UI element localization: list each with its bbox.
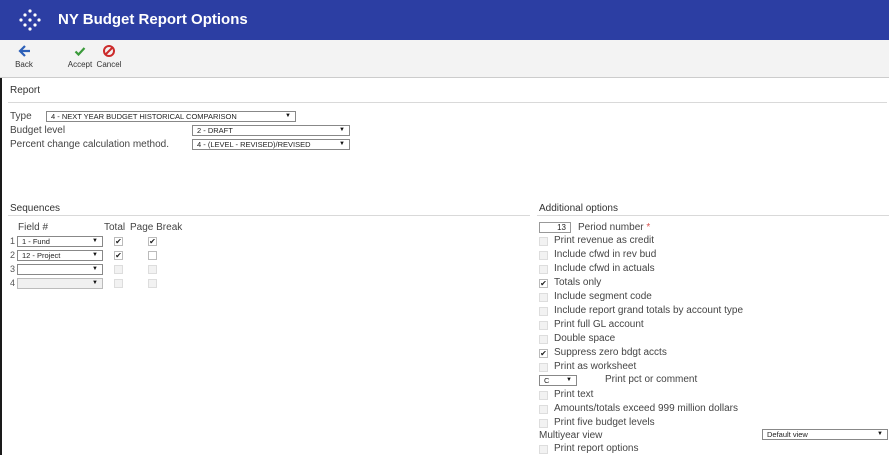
print-text-checkbox[interactable] xyxy=(539,391,548,400)
option-label: Print text xyxy=(554,389,594,400)
sequence-field-select[interactable]: ▼ xyxy=(17,264,103,275)
accept-label: Accept xyxy=(67,60,93,69)
sequences-divider xyxy=(8,215,530,216)
sequence-field-select: ▼ xyxy=(17,278,103,289)
period-number-label: Period number * xyxy=(578,222,650,233)
cancel-label: Cancel xyxy=(96,60,122,69)
option-label: Totals only xyxy=(554,277,602,288)
back-arrow-icon xyxy=(6,44,42,60)
chevron-down-icon: ▼ xyxy=(339,127,345,133)
additional-options-section-label: Additional options xyxy=(539,203,618,214)
sequence-row-number: 3 xyxy=(10,264,16,274)
total-column-header: Total xyxy=(104,222,126,233)
pct-method-label: Percent change calculation method. xyxy=(10,139,169,150)
sequence-row-number: 1 xyxy=(10,236,16,246)
sequences-section-label: Sequences xyxy=(10,203,61,214)
sequence-row-number: 2 xyxy=(10,250,16,260)
option-label: Amounts/totals exceed 999 million dollar… xyxy=(554,403,738,414)
sequence-row-number: 4 xyxy=(10,278,16,288)
cancel-icon xyxy=(91,44,127,60)
option-label: Print full GL account xyxy=(554,319,644,330)
print-report-options-checkbox[interactable] xyxy=(539,445,548,454)
additional-options-divider xyxy=(537,215,889,216)
multiyear-view-value: Default view xyxy=(767,430,808,439)
option-label: Suppress zero bdgt accts xyxy=(554,347,667,358)
page-break-checkbox xyxy=(148,265,157,274)
double-space-checkbox[interactable] xyxy=(539,335,548,344)
chevron-down-icon: ▼ xyxy=(92,238,98,244)
app-logo-icon xyxy=(19,9,41,31)
cancel-button[interactable]: Cancel xyxy=(91,44,127,69)
totals-only-checkbox[interactable]: ✔ xyxy=(539,279,548,288)
chevron-down-icon: ▼ xyxy=(92,252,98,258)
window-title: NY Budget Report Options xyxy=(58,11,248,28)
page-break-checkbox xyxy=(148,279,157,288)
back-label: Back xyxy=(15,60,33,69)
option-label: Print five budget levels xyxy=(554,417,655,428)
chevron-down-icon: ▼ xyxy=(285,113,291,119)
sequence-field-select[interactable]: 12 - Project ▼ xyxy=(17,250,103,261)
suppress-zero-bdgt-accts-checkbox[interactable]: ✔ xyxy=(539,349,548,358)
field-column-header: Field # xyxy=(18,222,49,233)
sequence-field-value: 12 - Project xyxy=(22,251,61,260)
multiyear-view-select[interactable]: Default view ▼ xyxy=(762,429,888,440)
grand-totals-by-account-type-checkbox[interactable] xyxy=(539,307,548,316)
toolbar: Back Accept Cancel xyxy=(0,40,889,78)
pct-comment-label: Print pct or comment xyxy=(605,374,698,385)
type-label: Type xyxy=(10,111,32,122)
total-checkbox xyxy=(114,279,123,288)
print-full-gl-account-checkbox[interactable] xyxy=(539,321,548,330)
sequence-field-value: 1 - Fund xyxy=(22,237,50,246)
include-cfwd-rev-bud-checkbox[interactable] xyxy=(539,251,548,260)
total-checkbox xyxy=(114,265,123,274)
budget-level-value: 2 - DRAFT xyxy=(197,126,233,135)
option-label: Double space xyxy=(554,333,616,344)
print-as-worksheet-checkbox[interactable] xyxy=(539,363,548,372)
type-select[interactable]: 4 - NEXT YEAR BUDGET HISTORICAL COMPARIS… xyxy=(46,111,296,122)
title-bar: NY Budget Report Options xyxy=(0,0,889,40)
period-number-input[interactable]: 13 xyxy=(539,222,571,233)
print-five-budget-levels-checkbox[interactable] xyxy=(539,419,548,428)
option-label: Include cfwd in actuals xyxy=(554,263,655,274)
option-label: Include segment code xyxy=(554,291,652,302)
required-marker: * xyxy=(646,222,651,233)
include-cfwd-actuals-checkbox[interactable] xyxy=(539,265,548,274)
pct-method-value: 4 - (LEVEL - REVISED)/REVISED xyxy=(197,140,311,149)
sequence-field-select[interactable]: 1 - Fund ▼ xyxy=(17,236,103,247)
chevron-down-icon: ▼ xyxy=(566,377,572,383)
total-checkbox[interactable]: ✔ xyxy=(114,237,123,246)
pct-comment-value: C xyxy=(544,376,550,385)
total-checkbox[interactable]: ✔ xyxy=(114,251,123,260)
type-select-value: 4 - NEXT YEAR BUDGET HISTORICAL COMPARIS… xyxy=(51,112,237,121)
period-number-label-text: Period number xyxy=(578,222,644,233)
include-segment-code-checkbox[interactable] xyxy=(539,293,548,302)
chevron-down-icon: ▼ xyxy=(92,280,98,286)
amounts-exceed-999-million-checkbox[interactable] xyxy=(539,405,548,414)
print-report-options-label: Print report options xyxy=(554,443,639,454)
option-label: Print revenue as credit xyxy=(554,235,655,246)
report-divider xyxy=(8,102,887,103)
option-label: Print as worksheet xyxy=(554,361,637,372)
pct-method-select[interactable]: 4 - (LEVEL - REVISED)/REVISED ▼ xyxy=(192,139,350,150)
page-break-checkbox[interactable] xyxy=(148,251,157,260)
page-break-checkbox[interactable]: ✔ xyxy=(148,237,157,246)
budget-level-label: Budget level xyxy=(10,125,66,136)
print-revenue-as-credit-checkbox[interactable] xyxy=(539,237,548,246)
multiyear-view-label: Multiyear view xyxy=(539,430,603,441)
option-label: Include cfwd in rev bud xyxy=(554,249,657,260)
chevron-down-icon: ▼ xyxy=(877,431,883,437)
pct-comment-select[interactable]: C ▼ xyxy=(539,375,577,386)
chevron-down-icon: ▼ xyxy=(92,266,98,272)
back-button[interactable]: Back xyxy=(6,44,42,69)
option-label: Include report grand totals by account t… xyxy=(554,305,744,316)
budget-level-select[interactable]: 2 - DRAFT ▼ xyxy=(192,125,350,136)
page-break-column-header: Page Break xyxy=(130,222,183,233)
report-section-label: Report xyxy=(10,85,41,96)
chevron-down-icon: ▼ xyxy=(339,141,345,147)
